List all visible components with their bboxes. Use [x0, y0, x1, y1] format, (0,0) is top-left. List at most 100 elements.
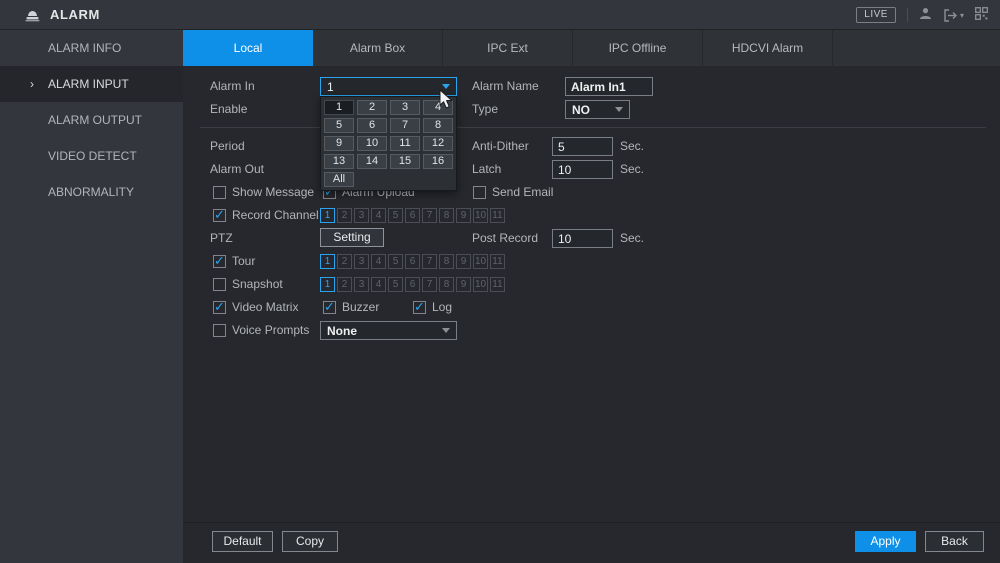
- alarm-in-option-3[interactable]: 3: [390, 100, 420, 115]
- channel-box-5[interactable]: 5: [388, 277, 403, 292]
- channel-box-3[interactable]: 3: [354, 254, 369, 269]
- channel-box-7[interactable]: 7: [422, 254, 437, 269]
- channel-box-1[interactable]: 1: [320, 254, 335, 269]
- channel-box-1[interactable]: 1: [320, 277, 335, 292]
- channel-box-11[interactable]: 11: [490, 208, 505, 223]
- channel-box-3[interactable]: 3: [354, 208, 369, 223]
- tab-alarm-box[interactable]: Alarm Box: [313, 30, 443, 66]
- voice-prompts-label: Voice Prompts: [232, 323, 309, 337]
- checkbox-box: [473, 186, 486, 199]
- snapshot-checkbox[interactable]: Snapshot: [213, 277, 283, 291]
- channel-box-4[interactable]: 4: [371, 277, 386, 292]
- channel-box-9[interactable]: 9: [456, 254, 471, 269]
- send-email-checkbox[interactable]: Send Email: [473, 185, 553, 199]
- alarm-in-option-all[interactable]: All: [324, 172, 354, 187]
- post-record-input[interactable]: [552, 229, 613, 248]
- user-icon[interactable]: [919, 7, 932, 23]
- channel-box-10[interactable]: 10: [473, 277, 488, 292]
- apply-button[interactable]: Apply: [855, 531, 916, 552]
- alarm-in-option-6[interactable]: 6: [357, 118, 387, 133]
- sidebar-item-abnormality[interactable]: ›ABNORMALITY: [0, 174, 183, 210]
- alarm-in-option-7[interactable]: 7: [390, 118, 420, 133]
- tour-label: Tour: [232, 254, 255, 268]
- channel-box-2[interactable]: 2: [337, 277, 352, 292]
- voice-prompts-checkbox[interactable]: Voice Prompts: [213, 323, 309, 337]
- top-bar: ALARM LIVE ▾: [0, 0, 1000, 30]
- channel-box-10[interactable]: 10: [473, 208, 488, 223]
- channel-box-7[interactable]: 7: [422, 277, 437, 292]
- alarm-in-value: 1: [327, 80, 442, 94]
- page-title: ALARM: [50, 7, 100, 22]
- channel-box-2[interactable]: 2: [337, 208, 352, 223]
- channel-box-2[interactable]: 2: [337, 254, 352, 269]
- channel-box-6[interactable]: 6: [405, 208, 420, 223]
- channel-box-6[interactable]: 6: [405, 277, 420, 292]
- post-record-label: Post Record: [472, 229, 538, 247]
- video-matrix-checkbox[interactable]: Video Matrix: [213, 300, 298, 314]
- channel-box-5[interactable]: 5: [388, 208, 403, 223]
- alarm-in-option-2[interactable]: 2: [357, 100, 387, 115]
- tour-checkbox[interactable]: Tour: [213, 254, 255, 268]
- sidebar-item-alarm-input[interactable]: ›ALARM INPUT: [0, 66, 183, 102]
- alarm-name-input[interactable]: [565, 77, 653, 96]
- type-dropdown[interactable]: NO: [565, 100, 630, 119]
- alarm-in-option-13[interactable]: 13: [324, 154, 354, 169]
- alarm-out-label: Alarm Out: [210, 160, 264, 178]
- alarm-in-option-1[interactable]: 1: [324, 100, 354, 115]
- channel-box-6[interactable]: 6: [405, 254, 420, 269]
- alarm-in-option-5[interactable]: 5: [324, 118, 354, 133]
- tour-channel-boxes: 1234567891011: [320, 254, 505, 269]
- channel-box-11[interactable]: 11: [490, 277, 505, 292]
- show-message-checkbox[interactable]: Show Message: [213, 185, 314, 199]
- default-button[interactable]: Default: [212, 531, 273, 552]
- ptz-label: PTZ: [210, 229, 233, 247]
- alarm-in-options-panel: 12345678910111213141516All: [320, 96, 457, 191]
- channel-box-4[interactable]: 4: [371, 208, 386, 223]
- log-checkbox[interactable]: Log: [413, 300, 452, 314]
- logout-caret-icon: ▾: [960, 11, 964, 20]
- live-button[interactable]: LIVE: [856, 7, 896, 23]
- alarm-in-option-15[interactable]: 15: [390, 154, 420, 169]
- copy-button[interactable]: Copy: [282, 531, 338, 552]
- alarm-in-option-12[interactable]: 12: [423, 136, 453, 151]
- enable-label: Enable: [210, 100, 247, 118]
- channel-box-9[interactable]: 9: [456, 277, 471, 292]
- latch-input[interactable]: [552, 160, 613, 179]
- logout-icon[interactable]: ▾: [943, 9, 964, 22]
- channel-box-11[interactable]: 11: [490, 254, 505, 269]
- voice-prompts-dropdown[interactable]: None: [320, 321, 457, 340]
- tab-ipc-offline[interactable]: IPC Offline: [573, 30, 703, 66]
- alarm-in-option-11[interactable]: 11: [390, 136, 420, 151]
- snapshot-channel-boxes: 1234567891011: [320, 277, 505, 292]
- channel-box-8[interactable]: 8: [439, 254, 454, 269]
- sidebar-item-video-detect[interactable]: ›VIDEO DETECT: [0, 138, 183, 174]
- alarm-in-option-10[interactable]: 10: [357, 136, 387, 151]
- alarm-in-option-14[interactable]: 14: [357, 154, 387, 169]
- ptz-setting-button[interactable]: Setting: [320, 228, 384, 247]
- record-channel-checkbox[interactable]: Record Channel: [213, 208, 319, 222]
- alarm-in-option-9[interactable]: 9: [324, 136, 354, 151]
- channel-box-7[interactable]: 7: [422, 208, 437, 223]
- channel-box-1[interactable]: 1: [320, 208, 335, 223]
- channel-box-8[interactable]: 8: [439, 208, 454, 223]
- section-divider: [200, 127, 986, 128]
- buzzer-checkbox[interactable]: Buzzer: [323, 300, 379, 314]
- alarm-in-option-8[interactable]: 8: [423, 118, 453, 133]
- channel-box-8[interactable]: 8: [439, 277, 454, 292]
- channel-box-4[interactable]: 4: [371, 254, 386, 269]
- tab-hdcvi-alarm[interactable]: HDCVI Alarm: [703, 30, 833, 66]
- channel-box-10[interactable]: 10: [473, 254, 488, 269]
- period-label: Period: [210, 137, 245, 155]
- sidebar-item-alarm-output[interactable]: ›ALARM OUTPUT: [0, 102, 183, 138]
- alarm-in-option-16[interactable]: 16: [423, 154, 453, 169]
- channel-box-9[interactable]: 9: [456, 208, 471, 223]
- alarm-in-dropdown[interactable]: 1: [320, 77, 457, 96]
- qr-code-icon[interactable]: [975, 7, 988, 23]
- tab-local[interactable]: Local: [183, 30, 313, 66]
- sidebar-item-alarm-info[interactable]: ›ALARM INFO: [0, 30, 183, 66]
- channel-box-5[interactable]: 5: [388, 254, 403, 269]
- back-button[interactable]: Back: [925, 531, 984, 552]
- anti-dither-input[interactable]: [552, 137, 613, 156]
- tab-ipc-ext[interactable]: IPC Ext: [443, 30, 573, 66]
- channel-box-3[interactable]: 3: [354, 277, 369, 292]
